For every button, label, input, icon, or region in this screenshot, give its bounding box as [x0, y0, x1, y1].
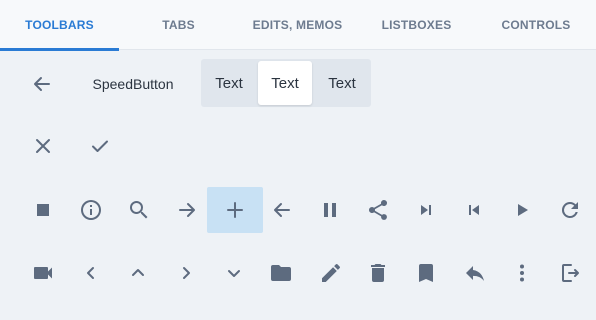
chevron-left-icon — [87, 267, 94, 279]
skip-next-button[interactable] — [406, 190, 446, 230]
confirm-button[interactable] — [80, 126, 120, 166]
folder-button[interactable] — [261, 253, 301, 293]
forward-button[interactable] — [167, 190, 207, 230]
chevron-right-button[interactable] — [166, 253, 206, 293]
play-icon — [518, 204, 528, 216]
back-button-2[interactable] — [262, 190, 302, 230]
chevron-down-button[interactable] — [214, 253, 254, 293]
pause-button[interactable] — [310, 190, 350, 230]
info-icon — [81, 200, 101, 220]
add-icon — [227, 202, 243, 218]
share-icon — [368, 199, 388, 220]
delete-icon — [371, 264, 385, 282]
stop-button[interactable] — [23, 190, 63, 230]
skip-previous-button[interactable] — [454, 190, 494, 230]
tab-tabs[interactable]: TABS — [119, 0, 238, 50]
bookmark-icon — [419, 264, 433, 282]
share-button[interactable] — [358, 190, 398, 230]
chevron-left-button[interactable] — [71, 253, 111, 293]
delete-button[interactable] — [358, 253, 398, 293]
bookmark-button[interactable] — [406, 253, 446, 293]
chevron-up-icon — [132, 269, 144, 276]
segmented-control: Text Text Text — [201, 59, 371, 107]
chevron-up-button[interactable] — [118, 253, 158, 293]
arrow-left-icon — [274, 203, 290, 217]
folder-icon — [271, 265, 291, 281]
pause-icon — [324, 203, 336, 217]
arrow-left-icon — [34, 77, 50, 91]
check-icon — [92, 140, 108, 152]
edit-button[interactable] — [311, 253, 351, 293]
chevron-right-icon — [183, 267, 190, 279]
tab-listboxes[interactable]: LISTBOXES — [357, 0, 476, 50]
tab-toolbars[interactable]: TOOLBARS — [0, 0, 119, 51]
tab-edits-memos[interactable]: EDITS, MEMOS — [238, 0, 357, 50]
chevron-down-icon — [228, 270, 240, 277]
speed-button[interactable]: SpeedButton — [82, 64, 184, 104]
search-icon — [130, 201, 148, 219]
arrow-right-icon — [179, 203, 195, 217]
back-button[interactable] — [22, 64, 62, 104]
segment-3[interactable]: Text — [314, 59, 370, 107]
search-button[interactable] — [119, 190, 159, 230]
close-button[interactable] — [23, 126, 63, 166]
segment-2[interactable]: Text — [258, 61, 312, 105]
skip-previous-icon — [469, 205, 479, 215]
reply-button[interactable] — [455, 253, 495, 293]
close-icon — [36, 139, 50, 153]
exit-button[interactable] — [550, 253, 590, 293]
play-button[interactable] — [502, 190, 542, 230]
exit-icon — [562, 264, 579, 282]
tab-bar: TOOLBARS TABS EDITS, MEMOS LISTBOXES CON… — [0, 0, 596, 51]
more-button[interactable] — [502, 253, 542, 293]
more-vert-icon — [520, 264, 524, 282]
videocam-icon — [34, 267, 52, 279]
skip-next-icon — [421, 205, 431, 215]
refresh-button[interactable] — [550, 190, 590, 230]
refresh-icon — [561, 201, 578, 218]
edit-icon — [322, 263, 341, 282]
tab-controls[interactable]: CONTROLS — [476, 0, 596, 50]
add-button[interactable] — [207, 187, 263, 233]
info-button[interactable] — [71, 190, 111, 230]
video-button[interactable] — [23, 253, 63, 293]
segment-1[interactable]: Text — [201, 59, 257, 107]
reply-icon — [466, 266, 484, 281]
stop-icon — [37, 204, 49, 216]
